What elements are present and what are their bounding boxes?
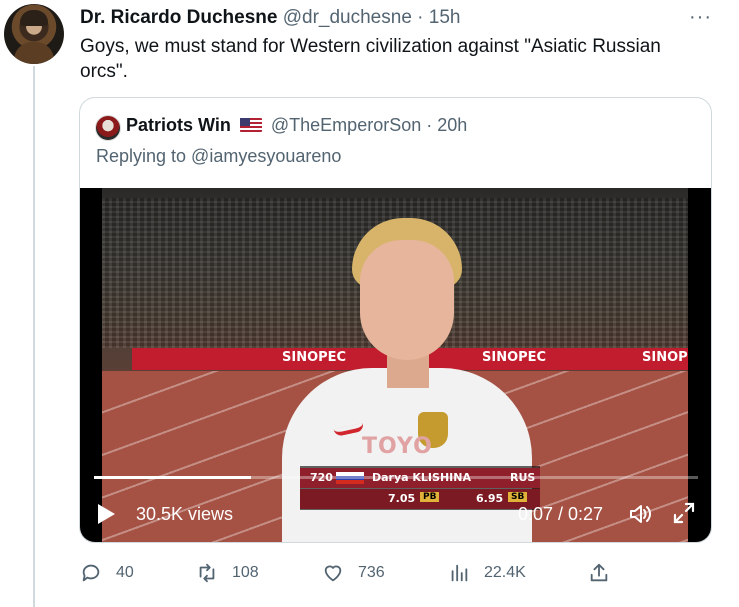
video-progress-bar[interactable]	[94, 476, 698, 479]
quote-author-display-name[interactable]: Patriots Win	[126, 115, 231, 135]
athlete-face	[360, 240, 454, 360]
heart-icon	[324, 565, 342, 582]
avatar-robe	[14, 42, 54, 64]
quote-timestamp[interactable]: 20h	[437, 115, 467, 135]
video-frame: SINOPEC SINOPEC SINOPEC TOYO 720 Darya K…	[102, 188, 688, 542]
play-icon[interactable]	[98, 504, 115, 524]
retweet-icon	[199, 563, 215, 583]
header-separator: ·	[417, 7, 424, 28]
avatar-hat	[20, 10, 48, 26]
views-count: 22.4K	[484, 564, 526, 581]
retweet-count: 108	[232, 564, 259, 581]
season-best-label: SB	[508, 492, 528, 502]
personal-best-value: 7.05	[388, 492, 416, 505]
analytics-icon	[451, 564, 468, 582]
quote-header: Patriots Win @TheEmperorSon · 20h	[126, 115, 467, 136]
like-count: 736	[358, 564, 385, 581]
video-progress-fill	[94, 476, 252, 479]
retweet-button[interactable]: 108	[196, 560, 259, 586]
thread-connector-line	[33, 66, 35, 607]
author-display-name[interactable]: Dr. Ricardo Duchesne	[80, 7, 277, 28]
tweet-actions: 40 108 736 22.4K	[0, 560, 739, 586]
personal-best-label: PB	[420, 492, 440, 502]
tweet-header: Dr. Ricardo Duchesne @dr_duchesne · 15h	[80, 7, 460, 29]
video-player[interactable]: SINOPEC SINOPEC SINOPEC TOYO 720 Darya K…	[80, 188, 711, 542]
quote-author-handle[interactable]: @TheEmperorSon	[271, 115, 421, 135]
more-options-button[interactable]: ···	[689, 6, 712, 29]
video-time: 0:07 / 0:27	[518, 504, 604, 524]
quote-author-avatar[interactable]	[95, 115, 121, 141]
athlete-lower-third: 720 Darya KLISHINA RUS 7.05 PB 6.95 SB	[300, 466, 540, 510]
replying-to[interactable]: Replying to @iamyesyouareno	[96, 146, 341, 167]
banner-text: SINOPEC	[282, 350, 347, 365]
tweet-timestamp[interactable]: 15h	[429, 7, 461, 28]
banner-text: SINOPEC	[642, 350, 688, 365]
quoted-tweet[interactable]: Patriots Win @TheEmperorSon · 20h Replyi…	[79, 97, 712, 543]
like-button[interactable]: 736	[322, 560, 385, 586]
reply-icon	[82, 564, 100, 582]
share-icon	[590, 563, 608, 582]
quote-header-separator: ·	[426, 115, 433, 135]
reply-button[interactable]: 40	[80, 560, 134, 586]
volume-icon[interactable]	[628, 502, 654, 526]
share-button[interactable]	[588, 560, 610, 586]
author-handle[interactable]: @dr_duchesne	[283, 7, 412, 28]
author-avatar[interactable]	[4, 4, 64, 64]
season-best-value: 6.95	[476, 492, 504, 505]
banner-text: SINOPEC	[482, 350, 547, 365]
reply-count: 40	[116, 564, 134, 581]
lower-third-stats-row: 7.05 PB 6.95 SB	[300, 489, 540, 509]
shirt-text: TOYO	[362, 434, 433, 459]
video-view-count: 30.5K views	[136, 504, 234, 524]
fullscreen-icon[interactable]	[672, 501, 696, 525]
tweet-text: Goys, we must stand for Western civiliza…	[80, 36, 661, 82]
views-button[interactable]: 22.4K	[448, 560, 526, 586]
us-flag-icon	[239, 118, 262, 132]
